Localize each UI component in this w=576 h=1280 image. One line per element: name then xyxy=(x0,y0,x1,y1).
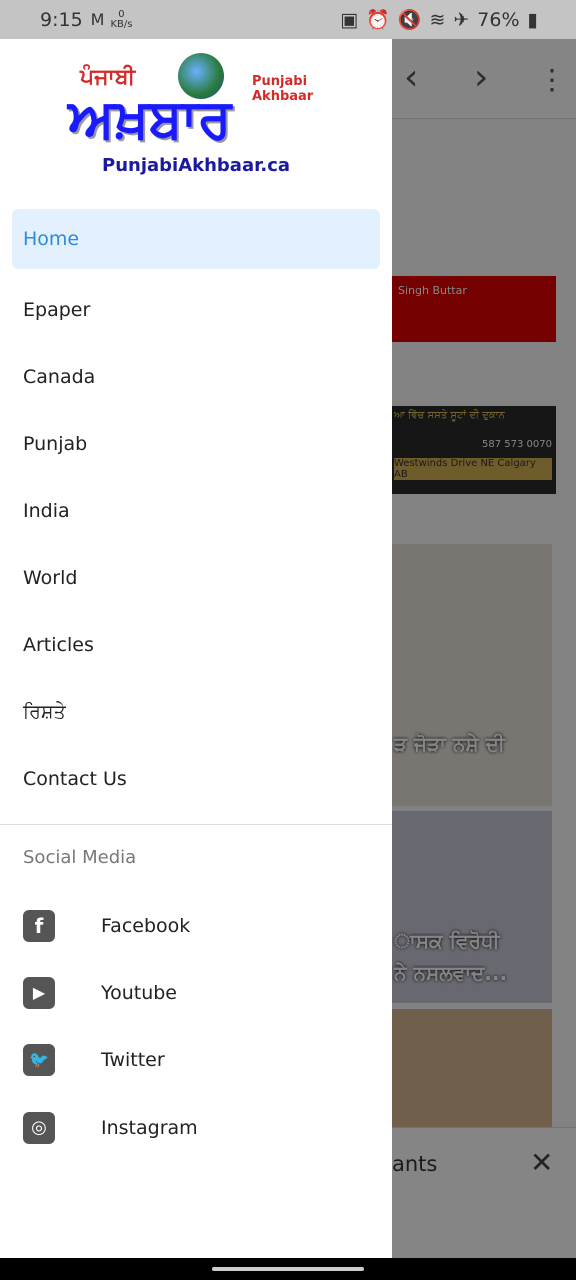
wifi-icon: ≋ xyxy=(429,8,446,31)
divider xyxy=(0,824,392,825)
social-instagram[interactable]: ◎ Instagram xyxy=(0,1094,392,1161)
close-icon[interactable]: ✕ xyxy=(530,1146,553,1179)
more-options-icon[interactable]: ⋮ xyxy=(538,63,566,96)
menu-item-rishte[interactable]: ਰਿਸ਼ਤੇ xyxy=(0,678,392,745)
battery-level: 76% xyxy=(477,8,520,31)
social-label: Twitter xyxy=(101,1048,165,1071)
menu-label: Punjab xyxy=(23,432,88,455)
social-label: Instagram xyxy=(101,1116,198,1139)
social-facebook[interactable]: f Facebook xyxy=(0,892,392,959)
battery-icon: ▮ xyxy=(527,8,538,31)
twitter-icon: 🐦 xyxy=(23,1043,55,1076)
navigation-drawer: ਪੰਜਾਬੀ Punjabi Akhbaar ਅਖ਼ਬਾਰ PunjabiAkh… xyxy=(0,39,392,1258)
menu-label: India xyxy=(23,499,70,522)
headline: ਾਸਕ ਵਿਰੋਧੀ xyxy=(394,929,500,953)
menu-label: ਰਿਸ਼ਤੇ xyxy=(23,700,66,723)
instagram-icon: ◎ xyxy=(23,1111,55,1144)
drawer-menu: Home Epaper Canada Punjab India World Ar… xyxy=(0,209,392,812)
ad-banner-1[interactable]: Singh Buttar xyxy=(390,276,556,342)
menu-item-world[interactable]: World xyxy=(0,544,392,611)
menu-label: Contact Us xyxy=(23,767,127,790)
ad-address: Westwinds Drive NE Calgary AB xyxy=(394,458,552,480)
menu-item-epaper[interactable]: Epaper xyxy=(0,276,392,343)
menu-label: World xyxy=(23,566,78,589)
social-twitter[interactable]: 🐦 Twitter xyxy=(0,1026,392,1093)
social-youtube[interactable]: ▶ Youtube xyxy=(0,959,392,1026)
facebook-icon: f xyxy=(23,909,55,942)
social-label: Facebook xyxy=(101,914,191,937)
news-image-2[interactable]: ਾਸਕ ਵਿਰੋਧੀ ਨੇ ਨਸਲਵਾਦ... xyxy=(390,811,552,1003)
ad-text: Singh Buttar xyxy=(398,284,467,297)
menu-item-home[interactable]: Home xyxy=(12,209,380,269)
ad-phone: 587 573 0070 xyxy=(482,439,552,450)
menu-label: Epaper xyxy=(23,298,91,321)
alarm-icon: ⏰ xyxy=(366,9,390,31)
battery-saver-icon: ▣ xyxy=(340,8,359,31)
system-nav-bar xyxy=(0,1258,576,1280)
network-speed: 0 KB/s xyxy=(110,9,133,30)
ad-banner-2[interactable]: ਆ ਵਿੱਚ ਸਸਤੇ ਸੂਟਾਂ ਦੀ ਦੁਕਾਨ 587 573 0070 … xyxy=(390,406,556,494)
headline: ਨੇ ਨਸਲਵਾਦ... xyxy=(394,961,508,985)
banner-text: ants xyxy=(392,1152,438,1176)
gmail-icon: M xyxy=(90,10,105,29)
menu-label: Articles xyxy=(23,633,94,656)
menu-item-articles[interactable]: Articles xyxy=(0,611,392,678)
speed-unit: KB/s xyxy=(110,18,133,30)
logo-english-text: Punjabi Akhbaar xyxy=(252,74,314,104)
menu-item-contact-us[interactable]: Contact Us xyxy=(0,745,392,812)
punjabi-akhbaar-logo: ਪੰਜਾਬੀ Punjabi Akhbaar ਅਖ਼ਬਾਰ PunjabiAkh… xyxy=(66,41,330,181)
logo-url-text: PunjabiAkhbaar.ca xyxy=(102,155,291,176)
headline: ੜ ਜੋੜਾ ਨਸ਼ੇ ਦੀ xyxy=(394,732,505,756)
social-media-heading: Social Media xyxy=(23,847,137,868)
menu-item-india[interactable]: India xyxy=(0,477,392,544)
news-image-1[interactable]: ੜ ਜੋੜਾ ਨਸ਼ੇ ਦੀ xyxy=(390,544,552,806)
menu-item-punjab[interactable]: Punjab xyxy=(0,410,392,477)
status-bar: 9:15 M 0 KB/s ▣ ⏰ 🔇 ≋ ✈ 76% ▮ xyxy=(0,0,576,39)
back-arrow-icon[interactable]: ‹ xyxy=(404,57,418,98)
home-gesture-handle[interactable] xyxy=(212,1267,364,1271)
forward-arrow-icon[interactable]: › xyxy=(474,57,488,98)
ad-text: ਆ ਵਿੱਚ ਸਸਤੇ ਸੂਟਾਂ ਦੀ ਦੁਕਾਨ xyxy=(394,410,505,421)
menu-label: Home xyxy=(23,228,80,250)
logo-main-text: ਅਖ਼ਬਾਰ xyxy=(68,87,232,150)
clock: 9:15 xyxy=(40,8,83,31)
youtube-icon: ▶ xyxy=(23,976,55,1009)
social-label: Youtube xyxy=(101,981,177,1004)
mute-icon: 🔇 xyxy=(397,9,422,31)
news-image-3[interactable] xyxy=(390,1009,552,1127)
menu-item-canada[interactable]: Canada xyxy=(0,343,392,410)
airplane-icon: ✈ xyxy=(453,8,470,31)
menu-label: Canada xyxy=(23,365,96,388)
